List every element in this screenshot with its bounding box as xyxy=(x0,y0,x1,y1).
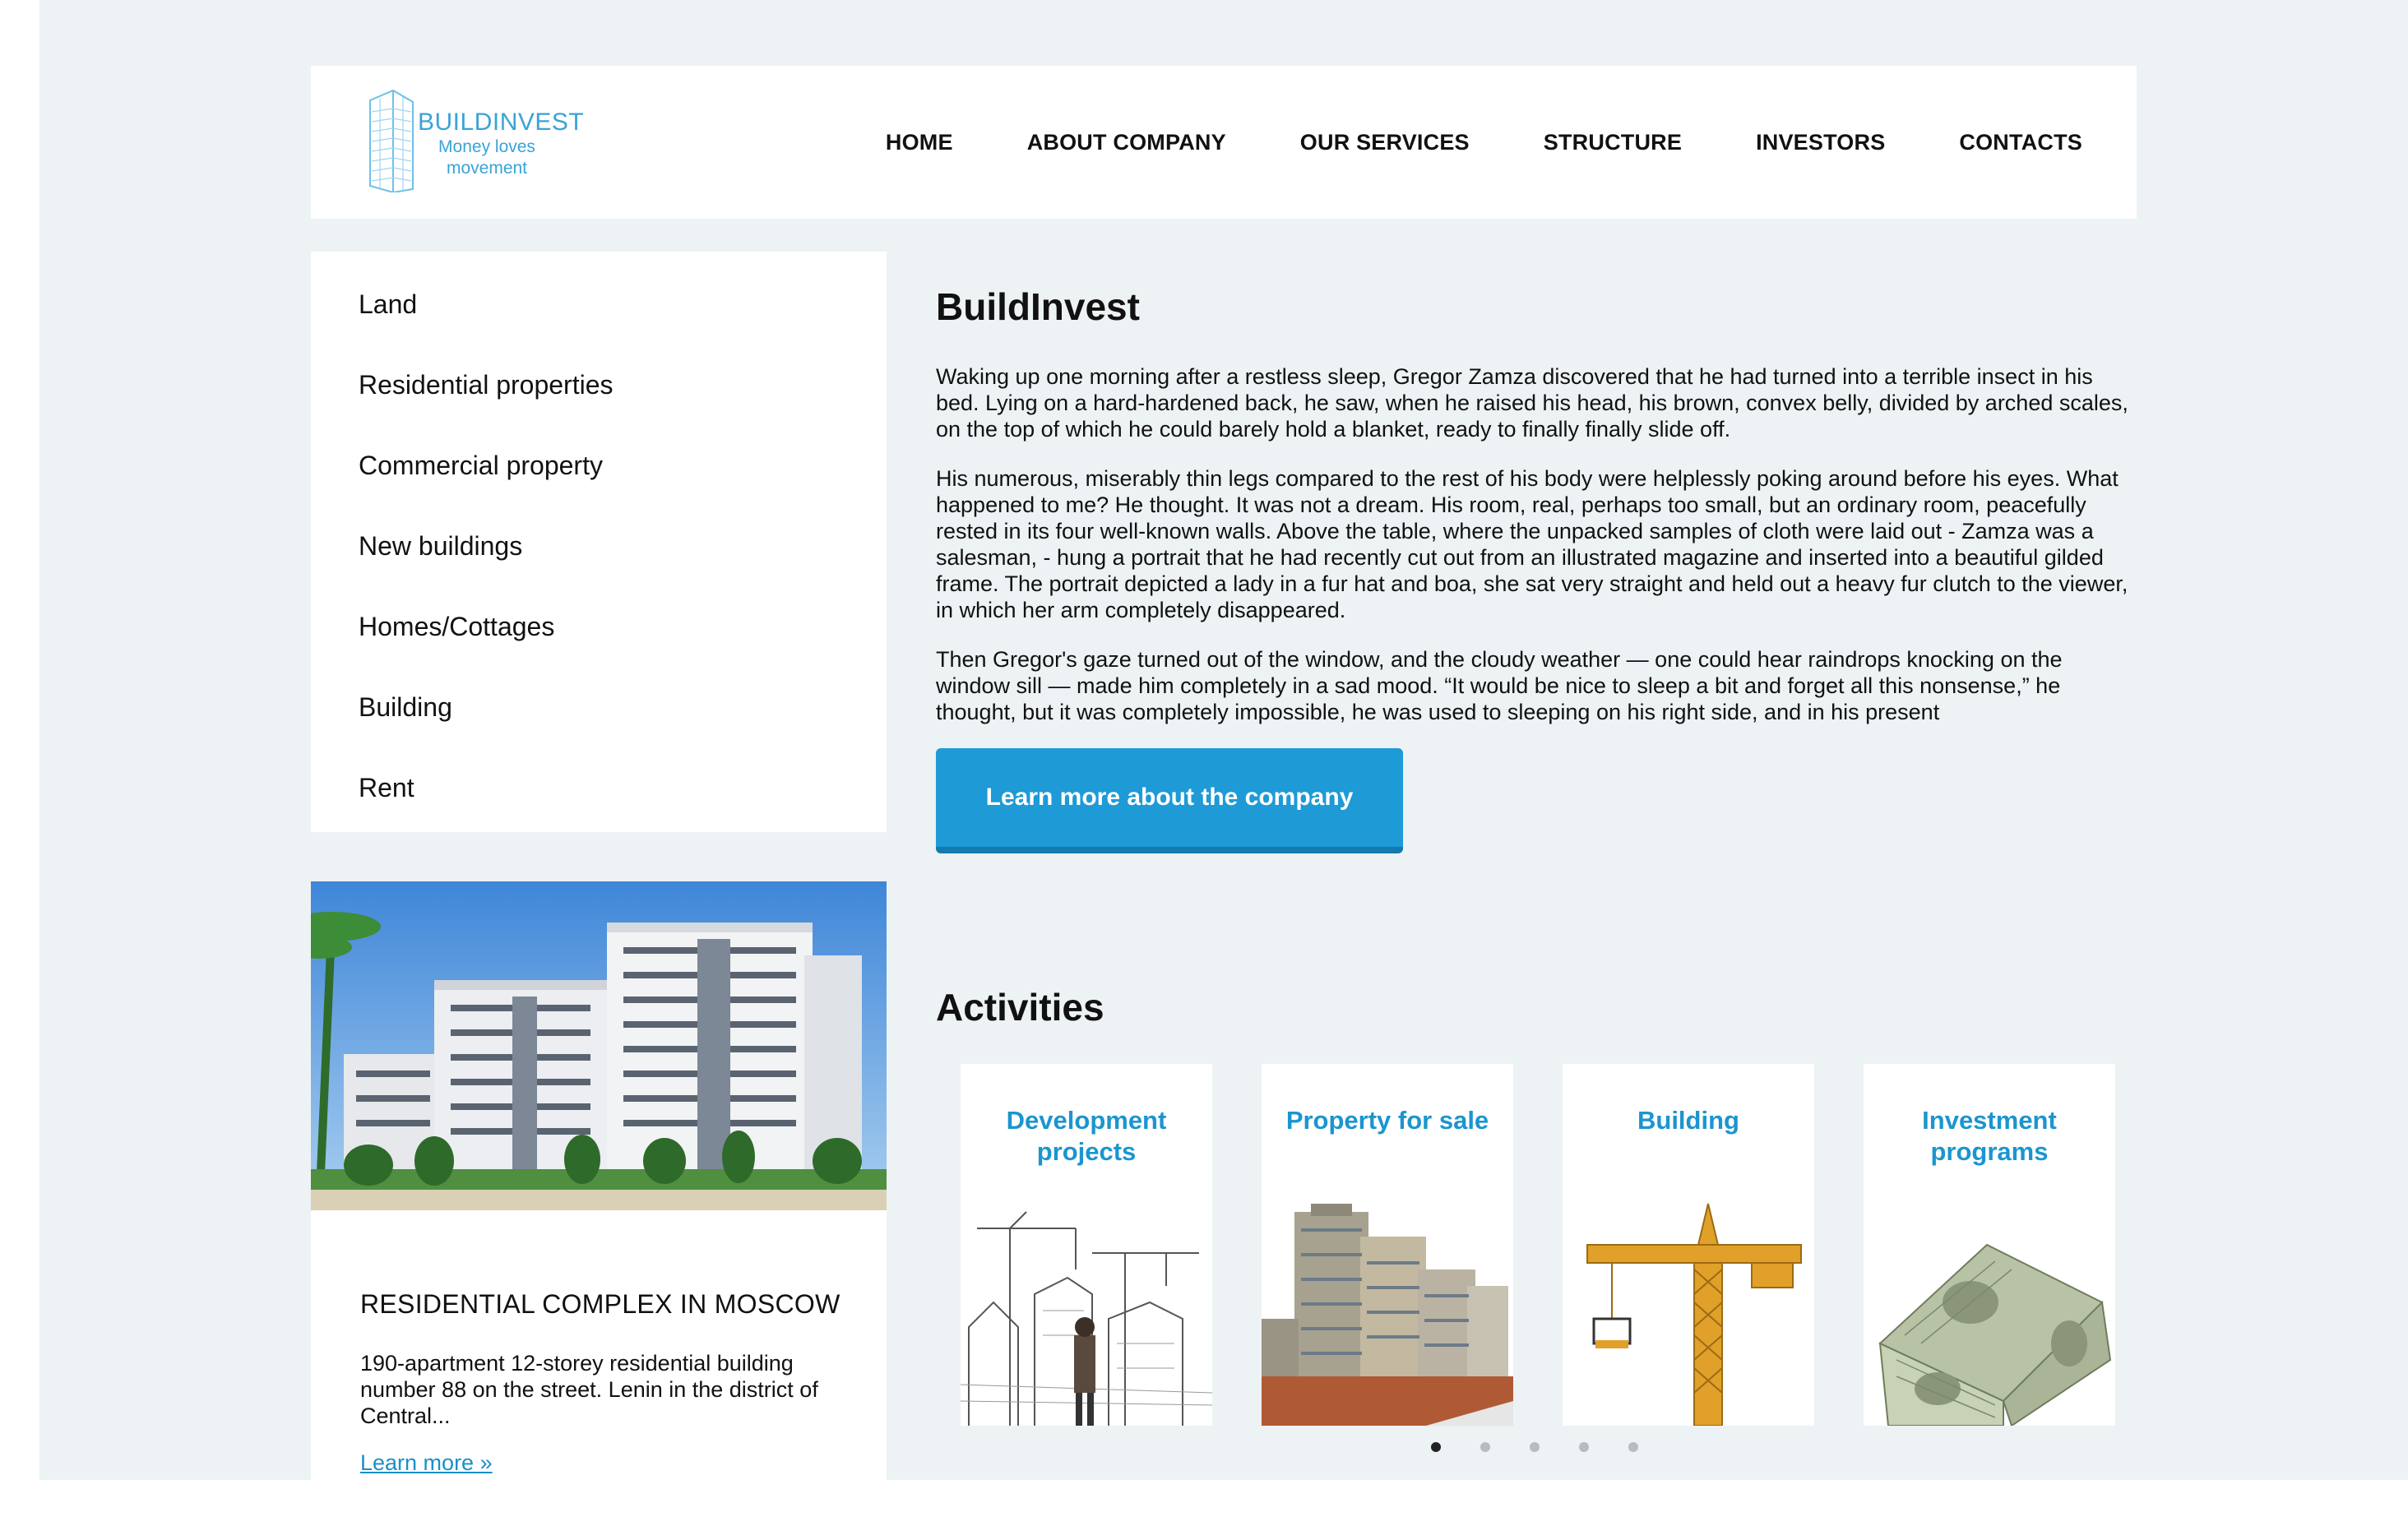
activity-card-title: Property for sale xyxy=(1285,1106,1489,1135)
building-tower-logo-icon xyxy=(369,89,414,192)
featured-project-card: RESIDENTIAL COMPLEX IN MOSCOW 190-apartm… xyxy=(311,881,887,1480)
residential-complex-photo xyxy=(311,881,887,1210)
nav-contacts[interactable]: CONTACTS xyxy=(1959,130,2082,155)
sidebar-item-residential[interactable]: Residential properties xyxy=(311,355,887,436)
nav-structure[interactable]: STRUCTURE xyxy=(1544,130,1682,155)
sidebar-item-homes-cottages[interactable]: Homes/Cottages xyxy=(311,597,887,677)
featured-project-learn-more-link[interactable]: Learn more » xyxy=(360,1450,493,1476)
nav-about-company[interactable]: ABOUT COMPANY xyxy=(1027,130,1226,155)
carousel-pagination xyxy=(1431,1442,1638,1452)
intro-paragraph-3: Then Gregor's gaze turned out of the win… xyxy=(936,647,2063,724)
sidebar-item-new-buildings[interactable]: New buildings xyxy=(311,516,887,597)
activity-card-development-projects[interactable]: Development projects xyxy=(961,1064,1212,1426)
carousel-dot[interactable] xyxy=(1579,1442,1589,1452)
activity-card-building[interactable]: Building xyxy=(1563,1064,1814,1426)
logo-tagline: Money loves movement xyxy=(438,137,535,178)
crane-sketch-image xyxy=(961,1195,1212,1426)
page-title: BuildInvest xyxy=(936,285,1140,328)
money-house-image xyxy=(1864,1195,2115,1426)
intro-paragraph-2: His numerous, miserably thin legs compar… xyxy=(936,466,2128,622)
category-sidebar: Land Residential properties Commercial p… xyxy=(311,252,887,832)
sidebar-item-rent[interactable]: Rent xyxy=(311,758,887,839)
intro-paragraph-1: Waking up one morning after a restless s… xyxy=(936,364,2128,442)
carousel-dot[interactable] xyxy=(1530,1442,1540,1452)
carousel-dot[interactable] xyxy=(1480,1442,1490,1452)
carousel-dot[interactable] xyxy=(1628,1442,1638,1452)
carousel-dot[interactable] xyxy=(1431,1442,1441,1452)
sidebar-item-land[interactable]: Land xyxy=(311,275,887,355)
featured-project-description: 190-apartment 12-storey residential buil… xyxy=(360,1351,818,1428)
activity-card-title: Investment programs xyxy=(1922,1106,2057,1166)
nav-our-services[interactable]: OUR SERVICES xyxy=(1300,130,1470,155)
activity-card-property-for-sale[interactable]: Property for sale xyxy=(1262,1064,1513,1426)
tower-crane-image xyxy=(1563,1195,1814,1426)
nav-investors[interactable]: INVESTORS xyxy=(1756,130,1885,155)
sidebar-item-building[interactable]: Building xyxy=(311,677,887,758)
site-header: BUILDINVEST Money loves movement HOME AB… xyxy=(311,66,2137,219)
activity-card-title: Development projects xyxy=(1006,1106,1167,1166)
activities-heading: Activities xyxy=(936,986,1104,1029)
activity-card-title: Building xyxy=(1637,1106,1739,1135)
featured-project-title: RESIDENTIAL COMPLEX IN MOSCOW xyxy=(360,1289,840,1319)
nav-home[interactable]: HOME xyxy=(886,130,953,155)
learn-more-company-button[interactable]: Learn more about the company xyxy=(936,748,1403,853)
main-nav: HOME ABOUT COMPANY OUR SERVICES STRUCTUR… xyxy=(886,66,2082,219)
activity-card-investment-programs[interactable]: Investment programs xyxy=(1864,1064,2115,1426)
logo[interactable]: BUILDINVEST Money loves movement xyxy=(364,87,584,194)
logo-brand: BUILDINVEST xyxy=(418,109,585,136)
sidebar-item-commercial[interactable]: Commercial property xyxy=(311,436,887,516)
highrise-image xyxy=(1262,1195,1513,1426)
